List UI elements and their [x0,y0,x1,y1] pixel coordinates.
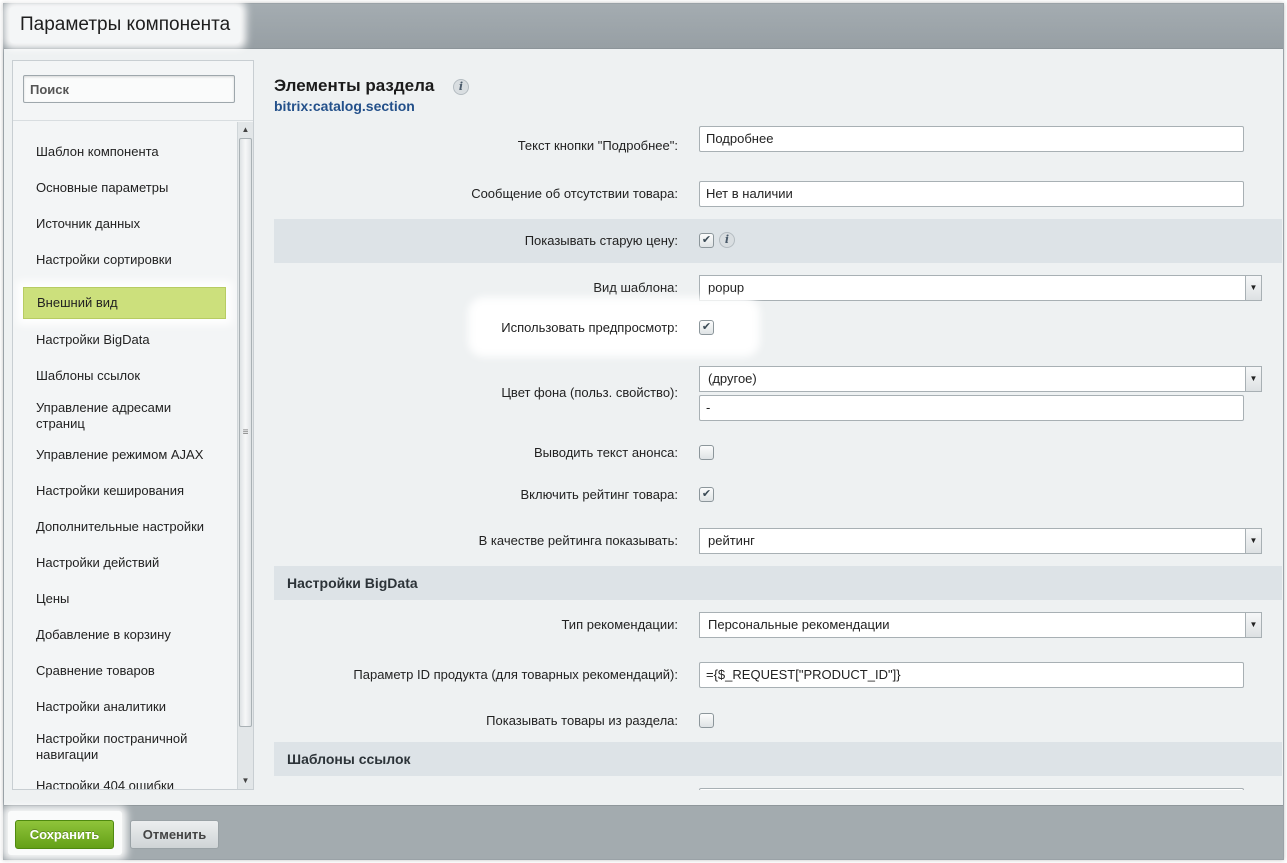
field-label: Текст кнопки "Подробнее": [517,138,678,153]
show-old-price-checkbox[interactable]: ✔ [699,233,714,248]
field-row-more-button: Текст кнопки "Подробнее": Подробнее [274,122,1282,156]
info-icon[interactable]: i [453,79,469,95]
section-link-templates[interactable]: Шаблоны ссылок [274,742,1282,776]
field-row-product-id: Параметр ID продукта (для товарных реком… [274,662,1282,688]
field-label: Показывать товары из раздела: [486,713,678,728]
sidebar-item-404[interactable]: Настройки 404 ошибки [23,770,226,789]
field-row-bg-color: Цвет фона (польз. свойство): (другое) ▼ … [274,366,1282,422]
sidebar-item-ajax-mode[interactable]: Управление режимом AJAX [23,439,226,471]
field-label: Параметр ID продукта (для товарных реком… [353,667,678,682]
rating-display-select[interactable]: рейтинг ▼ [699,528,1262,554]
show-announce-checkbox[interactable] [699,445,714,460]
enable-rating-checkbox[interactable]: ✔ [699,487,714,502]
check-icon: ✔ [701,488,712,500]
search-area [13,61,253,121]
field-row-section-products: Показывать товары из раздела: [274,712,1282,730]
field-row-use-preview: Использовать предпросмотр: ✔ [274,319,1282,337]
sidebar-item-sorting[interactable]: Настройки сортировки [23,244,226,276]
field-label: Сообщение об отсутствии товара: [471,186,678,201]
search-input[interactable] [23,75,235,103]
main-panel: Элементы раздела i bitrix:catalog.sectio… [270,60,1282,790]
dialog-title: Параметры компонента [10,7,241,43]
field-label: Тип рекомендации: [561,617,678,632]
chevron-down-icon: ▼ [1245,367,1261,391]
product-id-input[interactable]: ={$_REQUEST["PRODUCT_ID"]} [699,662,1244,688]
field-label: В качестве рейтинга показывать: [478,533,678,548]
sidebar-item-url-management[interactable]: Управление адресами страниц [23,400,226,432]
bg-color-select[interactable]: (другое) ▼ [699,366,1262,392]
chevron-down-icon: ▼ [1245,613,1261,637]
scroll-down-icon[interactable]: ▼ [238,773,253,789]
more-button-text-input[interactable]: Подробнее [699,126,1244,152]
field-row-rating: Включить рейтинг товара: ✔ [274,486,1282,504]
field-row-out-of-stock: Сообщение об отсутствии товара: Нет в на… [274,181,1282,207]
sidebar: Шаблон компонента Основные параметры Ист… [12,60,254,790]
sidebar-item-prices[interactable]: Цены [23,583,226,615]
sidebar-item-component-template[interactable]: Шаблон компонента [23,136,226,168]
grip-icon: ≡ [242,427,249,438]
section-bigdata[interactable]: Настройки BigData [274,566,1282,600]
check-icon: ✔ [701,321,712,333]
component-params-dialog: Параметры компонента Шаблон компонента О… [3,3,1284,860]
out-of-stock-input[interactable]: Нет в наличии [699,181,1244,207]
settings-form: Текст кнопки "Подробнее": Подробнее Сооб… [274,122,1282,790]
sidebar-item-pagination[interactable]: Настройки постраничной навигации [23,731,226,763]
check-icon: ✔ [701,234,712,246]
component-title: Элементы раздела [274,76,435,95]
component-header: Элементы раздела i bitrix:catalog.sectio… [270,60,1280,122]
sidebar-item-data-source[interactable]: Источник данных [23,208,226,240]
sidebar-item-add-to-cart[interactable]: Добавление в корзину [23,619,226,651]
recommendation-type-select[interactable]: Персональные рекомендации ▼ [699,612,1262,638]
component-code: bitrix:catalog.section [274,98,415,114]
template-view-select[interactable]: popup ▼ [699,275,1262,301]
field-row-template-view: Вид шаблона: popup ▼ [274,275,1282,301]
sidebar-item-basic-params[interactable]: Основные параметры [23,172,226,204]
field-row-rating-display: В качестве рейтинга показывать: рейтинг … [274,528,1282,554]
sidebar-item-compare[interactable]: Сравнение товаров [23,655,226,687]
sidebar-item-caching[interactable]: Настройки кеширования [23,475,226,507]
sidebar-scrollbar[interactable]: ▲ ≡ ▼ [237,122,253,789]
sidebar-item-bigdata[interactable]: Настройки BigData [23,324,226,356]
dialog-footer: Сохранить Отменить [4,805,1283,859]
field-label: Использовать предпросмотр: [501,320,678,335]
field-label: Показывать старую цену: [524,233,678,248]
info-icon[interactable]: i [719,232,735,248]
scroll-up-icon[interactable]: ▲ [238,122,253,138]
sidebar-item-additional[interactable]: Дополнительные настройки [23,511,226,543]
field-label: Включить рейтинг товара: [520,487,679,502]
show-section-products-checkbox[interactable] [699,713,714,728]
cancel-button[interactable]: Отменить [130,820,219,849]
sidebar-item-actions[interactable]: Настройки действий [23,547,226,579]
save-button[interactable]: Сохранить [15,820,114,849]
chevron-down-icon: ▼ [1245,276,1261,300]
field-label: Цвет фона (польз. свойство): [501,385,678,400]
chevron-down-icon: ▼ [1245,529,1261,553]
use-preview-checkbox[interactable]: ✔ [699,320,714,335]
field-row-recommendation-type: Тип рекомендации: Персональные рекоменда… [274,612,1282,638]
sidebar-item-appearance[interactable]: Внешний вид [23,287,226,319]
field-row-announce: Выводить текст анонса: [274,444,1282,462]
sidebar-item-link-templates[interactable]: Шаблоны ссылок [23,360,226,392]
next-field-input[interactable] [699,788,1244,790]
field-label: Вид шаблона: [593,280,678,295]
sidebar-nav: Шаблон компонента Основные параметры Ист… [13,122,239,789]
field-label: Выводить текст анонса: [533,445,678,460]
sidebar-item-analytics[interactable]: Настройки аналитики [23,691,226,723]
dialog-titlebar[interactable]: Параметры компонента [4,4,1283,49]
scroll-thumb[interactable]: ≡ [239,138,252,727]
bg-color-input[interactable]: - [699,395,1244,421]
field-row-old-price: Показывать старую цену: ✔ i [274,219,1282,263]
